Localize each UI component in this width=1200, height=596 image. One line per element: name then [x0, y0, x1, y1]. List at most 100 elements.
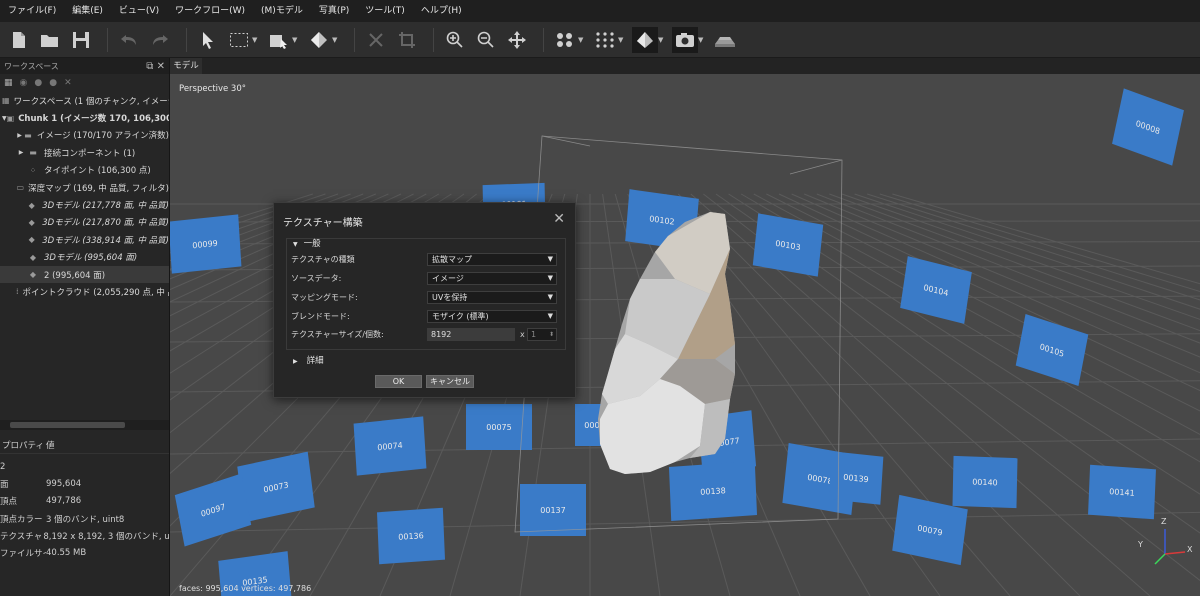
dense-points-icon[interactable]	[552, 27, 578, 53]
workspace-title: ワークスペース	[4, 61, 59, 71]
camera-frame[interactable]: 00141	[1088, 464, 1156, 520]
close-icon[interactable]: ✕	[553, 211, 565, 227]
enable-icon[interactable]: ●	[34, 78, 42, 88]
camera-frame[interactable]: 00074	[353, 416, 427, 476]
chevron-down-icon[interactable]: ▼	[292, 36, 300, 44]
panel-controls[interactable]: ⧉ ✕	[146, 61, 165, 72]
dialog-dropdown[interactable]: 拡散マップ ▼	[427, 253, 557, 266]
zoom-out-icon[interactable]	[473, 27, 499, 53]
camera-frame[interactable]: 00139	[828, 451, 884, 505]
tree-item[interactable]: ◆ 2 (995,604 面)	[0, 265, 169, 284]
camera-frame[interactable]: 00138	[668, 461, 758, 521]
add-chunk-icon[interactable]: ▦	[4, 78, 13, 88]
menu-item[interactable]: ヘルプ(H)	[413, 0, 470, 22]
save-icon[interactable]	[68, 27, 94, 53]
add-photos-icon[interactable]: ◉	[20, 78, 28, 88]
texture-size-input[interactable]: 8192	[427, 328, 515, 341]
disable-icon[interactable]: ●	[49, 78, 57, 88]
workspace-tree: ▦ワークスペース (1 個のチャンク, イメージ数 170)▼▣Chunk 1 …	[0, 92, 169, 301]
camera-frame[interactable]: 00075	[466, 404, 532, 450]
camera-frame[interactable]: 00136	[376, 507, 446, 565]
advanced-section[interactable]: ▶ 詳細	[293, 354, 324, 366]
tree-item-label: ポイントクラウド (2,055,290 点, 中 品質)	[22, 287, 169, 298]
camera-frame[interactable]: 00103	[752, 213, 824, 277]
shapes-icon[interactable]	[712, 27, 738, 53]
dialog-dropdown[interactable]: モザイク (標準) ▼	[427, 310, 557, 323]
menu-item[interactable]: (M)モデル	[253, 0, 311, 22]
camera-frame[interactable]: 00099	[170, 214, 242, 274]
menu-item[interactable]: ファイル(F)	[0, 0, 64, 22]
chevron-down-icon[interactable]: ▼	[332, 36, 340, 44]
menu-item[interactable]: 編集(E)	[64, 0, 111, 22]
chevron-down-icon[interactable]: ▼	[252, 36, 260, 44]
spinner-arrows-icon[interactable]: ⬍	[549, 329, 554, 340]
menu-item[interactable]: ビュー(V)	[111, 0, 167, 22]
tree-item[interactable]: ⁘ タイポイント (106,300 点)	[0, 162, 169, 179]
navigation-icon[interactable]	[266, 27, 292, 53]
chevron-down-icon[interactable]: ▼	[578, 36, 586, 44]
dropdown-value: イメージ	[432, 274, 464, 283]
undo-icon[interactable]	[116, 27, 142, 53]
chevron-down-icon[interactable]: ▼	[618, 36, 626, 44]
tree-item[interactable]: ▶ ▬ イメージ (170/170 アライン済数)	[0, 127, 169, 144]
open-folder-icon[interactable]	[37, 27, 63, 53]
tree-item[interactable]: ▼▣Chunk 1 (イメージ数 170, 106,300 タイポイント)	[0, 109, 169, 126]
crop-icon[interactable]	[394, 27, 420, 53]
chevron-down-icon[interactable]: ▼	[698, 36, 706, 44]
zoom-in-icon[interactable]	[442, 27, 468, 53]
tree-item-label: 3Dモデル (995,604 面)	[44, 253, 138, 264]
property-row: 2	[0, 458, 169, 475]
redo-icon[interactable]	[147, 27, 173, 53]
rectangle-select-icon[interactable]	[226, 27, 252, 53]
tree-item[interactable]: ◆ 3Dモデル (217,870 面, 中 品質)	[0, 214, 169, 231]
menu-item[interactable]: 写真(P)	[311, 0, 357, 22]
camera-frame[interactable]: 00102	[625, 189, 699, 251]
ok-button[interactable]: OK	[375, 375, 422, 388]
tree-item-label: 2 (995,604 面)	[44, 270, 106, 281]
dialog-row-label: マッピングモード:	[291, 293, 358, 302]
chevron-down-icon[interactable]: ▼	[658, 36, 666, 44]
expand-arrow-icon[interactable]: ▶	[16, 149, 26, 156]
tie-points-icon: ⁘	[29, 165, 37, 175]
remove-icon[interactable]: ✕	[64, 78, 72, 88]
tree-item[interactable]: ⁞ポイントクラウド (2,055,290 点, 中 品質)	[0, 283, 169, 300]
menu-item[interactable]: ワークフロー(W)	[167, 0, 253, 22]
property-key: 2	[0, 461, 6, 472]
tree-scrollbar[interactable]	[0, 420, 169, 430]
tree-item[interactable]: ◆ 3Dモデル (338,914 面, 中 品質)	[0, 231, 169, 248]
left-panel: ワークスペース ⧉ ✕ ▦ ◉ ● ● ✕ ▦ ワークスペース (1 個のチャンク…	[0, 58, 170, 596]
model-icon: ◆	[28, 200, 35, 210]
camera-icon[interactable]	[672, 26, 698, 53]
tree-item[interactable]: ▦ワークスペース (1 個のチャンク, イメージ数 170)	[0, 92, 169, 109]
tree-item[interactable]: ◆ 3Dモデル (217,778 面, 中 品質)	[0, 196, 169, 213]
tree-item[interactable]: ◆ 3Dモデル (995,604 面)	[0, 249, 169, 266]
pointer-icon[interactable]	[195, 27, 221, 53]
tree-item-label: タイポイント (106,300 点)	[44, 166, 151, 177]
tree-item-label: 3Dモデル (217,778 面, 中 品質)	[42, 201, 169, 212]
expand-arrow-icon[interactable]: ▶	[16, 132, 23, 139]
camera-frame[interactable]: 00140	[952, 455, 1018, 509]
dialog-dropdown[interactable]: UVを保持 ▼	[427, 291, 557, 304]
cancel-button[interactable]: キャンセル	[426, 375, 474, 388]
model-view-icon[interactable]	[632, 26, 658, 53]
menu-item[interactable]: ツール(T)	[357, 0, 413, 22]
new-document-icon[interactable]	[6, 27, 32, 53]
workspace-icon: ▦	[2, 96, 10, 106]
workspace-panel-header: ワークスペース ⧉ ✕	[0, 58, 169, 74]
move-icon[interactable]	[504, 27, 530, 53]
delete-selection-icon[interactable]	[363, 27, 389, 53]
tree-item-label: 接続コンポーネント (1)	[44, 148, 136, 159]
sparse-points-icon[interactable]	[592, 27, 618, 53]
texture-count-spinner[interactable]: 1 ⬍	[527, 328, 557, 341]
dialog-dropdown[interactable]: イメージ ▼	[427, 272, 557, 285]
tree-item[interactable]: ▭ 深度マップ (169, 中 品質, フィルタ)	[0, 179, 169, 196]
general-section[interactable]: ▼ 一般	[293, 237, 321, 249]
folder-icon: ▬	[24, 130, 32, 140]
mesh-stats: faces: 995,604 vertices: 497,786	[179, 584, 312, 593]
tree-item[interactable]: ▶ ▬ 接続コンポーネント (1)	[0, 144, 169, 161]
camera-frame[interactable]: 00137	[520, 484, 586, 536]
tab-model[interactable]: モデル	[170, 58, 202, 74]
menu-bar: ファイル(F) 編集(E) ビュー(V) ワークフロー(W) (M)モデル 写真(P) ツー…	[0, 0, 1200, 22]
rotate-object-icon[interactable]	[306, 27, 332, 53]
camera-frame[interactable]: 00076	[575, 404, 619, 446]
